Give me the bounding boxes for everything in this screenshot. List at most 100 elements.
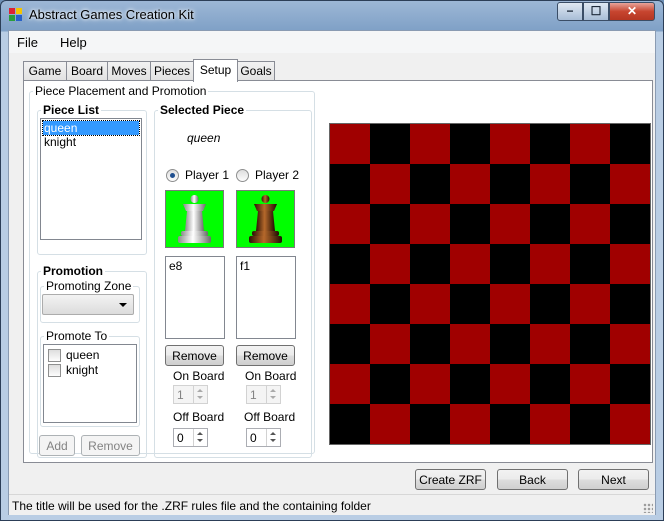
player2-off-board-spinner[interactable]: 0 [246, 428, 281, 447]
board-square[interactable] [530, 204, 570, 244]
piece-listbox[interactable]: queen knight [40, 118, 142, 240]
board-square[interactable] [410, 124, 450, 164]
player1-remove-button[interactable]: Remove [165, 345, 224, 366]
tab-setup[interactable]: Setup [193, 59, 238, 82]
remove-promotion-button[interactable]: Remove [81, 435, 140, 456]
menu-file[interactable]: File [17, 35, 38, 50]
player1-on-board-spinner[interactable]: 1 [173, 385, 208, 404]
board-square[interactable] [610, 364, 650, 404]
player2-on-board-spinner[interactable]: 1 [246, 385, 281, 404]
board-square[interactable] [610, 324, 650, 364]
back-button[interactable]: Back [497, 469, 568, 490]
player2-remove-button[interactable]: Remove [236, 345, 295, 366]
board-square[interactable] [330, 124, 370, 164]
spinner-arrows-icon[interactable] [266, 386, 280, 403]
list-item[interactable]: knight [43, 135, 139, 149]
board-square[interactable] [450, 364, 490, 404]
board-square[interactable] [450, 164, 490, 204]
maximize-button[interactable]: ☐ [583, 2, 609, 21]
board-square[interactable] [490, 244, 530, 284]
board-square[interactable] [330, 324, 370, 364]
board-square[interactable] [410, 164, 450, 204]
tab-board[interactable]: Board [66, 61, 108, 81]
resize-grip-icon[interactable] [643, 503, 653, 513]
spinner-arrows-icon[interactable] [193, 386, 207, 403]
board-square[interactable] [570, 124, 610, 164]
tab-game[interactable]: Game [23, 61, 67, 81]
player2-radio[interactable]: Player 2 [236, 168, 299, 182]
board-square[interactable] [530, 324, 570, 364]
tab-pieces[interactable]: Pieces [150, 61, 194, 81]
board-square[interactable] [530, 164, 570, 204]
checkbox[interactable] [48, 364, 61, 377]
board-square[interactable] [330, 204, 370, 244]
board-square[interactable] [330, 284, 370, 324]
board-square[interactable] [530, 124, 570, 164]
tab-goals[interactable]: Goals [237, 61, 275, 81]
board-square[interactable] [530, 284, 570, 324]
board-square[interactable] [330, 364, 370, 404]
board-square[interactable] [490, 404, 530, 444]
close-button[interactable]: ✕ [609, 2, 655, 21]
board-square[interactable] [570, 324, 610, 364]
board-square[interactable] [370, 404, 410, 444]
list-item[interactable]: queen [42, 120, 140, 136]
board-square[interactable] [410, 244, 450, 284]
board-square[interactable] [450, 404, 490, 444]
player1-off-board-spinner[interactable]: 0 [173, 428, 208, 447]
board-square[interactable] [530, 364, 570, 404]
board-square[interactable] [530, 244, 570, 284]
board-square[interactable] [490, 124, 530, 164]
board-square[interactable] [610, 164, 650, 204]
board-square[interactable] [490, 204, 530, 244]
radio-button[interactable] [166, 169, 179, 182]
spinner-arrows-icon[interactable] [266, 429, 280, 446]
next-button[interactable]: Next [578, 469, 649, 490]
board-square[interactable] [370, 324, 410, 364]
board-square[interactable] [330, 164, 370, 204]
add-promotion-button[interactable]: Add [39, 435, 75, 456]
board-square[interactable] [610, 204, 650, 244]
title-bar[interactable]: Abstract Games Creation Kit − ☐ ✕ [1, 1, 663, 29]
board-square[interactable] [490, 284, 530, 324]
board-square[interactable] [610, 284, 650, 324]
create-zrf-button[interactable]: Create ZRF [415, 469, 486, 490]
board-square[interactable] [610, 404, 650, 444]
board-square[interactable] [450, 124, 490, 164]
player1-positions-box[interactable]: e8 [165, 256, 225, 339]
minimize-button[interactable]: − [557, 2, 583, 21]
board-square[interactable] [450, 284, 490, 324]
board-square[interactable] [530, 404, 570, 444]
player2-positions-box[interactable]: f1 [236, 256, 296, 339]
board-square[interactable] [490, 164, 530, 204]
board-square[interactable] [370, 164, 410, 204]
board-square[interactable] [450, 324, 490, 364]
board-square[interactable] [610, 244, 650, 284]
board-square[interactable] [570, 284, 610, 324]
board-square[interactable] [570, 164, 610, 204]
board-square[interactable] [610, 124, 650, 164]
radio-button[interactable] [236, 169, 249, 182]
board-square[interactable] [570, 244, 610, 284]
board-square[interactable] [410, 324, 450, 364]
board-square[interactable] [570, 364, 610, 404]
board-square[interactable] [410, 284, 450, 324]
board-square[interactable] [450, 244, 490, 284]
checkbox[interactable] [48, 349, 61, 362]
spinner-arrows-icon[interactable] [193, 429, 207, 446]
board-square[interactable] [370, 204, 410, 244]
board-square[interactable] [410, 404, 450, 444]
board-square[interactable] [330, 244, 370, 284]
menu-help[interactable]: Help [60, 35, 87, 50]
board-square[interactable] [410, 364, 450, 404]
player1-radio[interactable]: Player 1 [166, 168, 229, 182]
board-square[interactable] [450, 204, 490, 244]
board-square[interactable] [370, 364, 410, 404]
board-square[interactable] [570, 204, 610, 244]
board-square[interactable] [370, 244, 410, 284]
tab-moves[interactable]: Moves [107, 61, 151, 81]
board-square[interactable] [490, 364, 530, 404]
setup-board[interactable] [329, 123, 651, 445]
promoting-zone-dropdown[interactable] [42, 294, 134, 315]
board-square[interactable] [370, 284, 410, 324]
